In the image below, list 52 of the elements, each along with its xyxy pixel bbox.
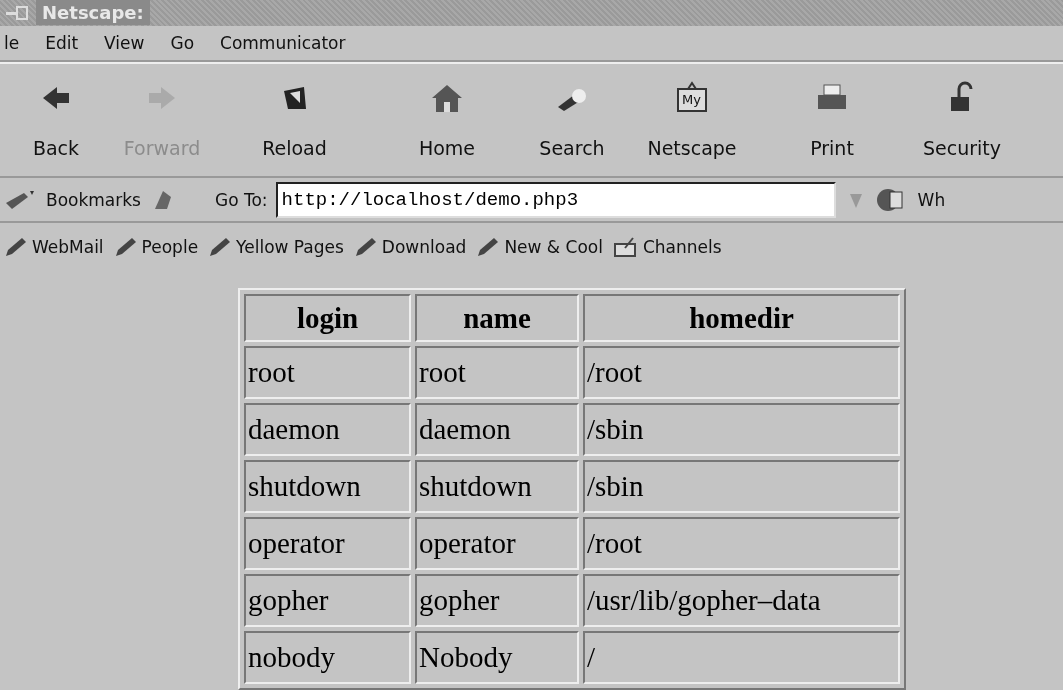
whats-related-label[interactable]: Wh [917, 189, 946, 210]
personal-toolbar-link[interactable]: People [113, 235, 199, 258]
window-title: Netscape: [36, 0, 150, 26]
menu-item[interactable]: le [4, 33, 20, 54]
table-cell: operator [415, 517, 579, 570]
pencil-icon [113, 235, 138, 258]
menu-item[interactable]: Go [170, 33, 195, 54]
menu-item[interactable]: Communicator [220, 33, 346, 54]
bookmarks-menu[interactable]: Bookmarks [46, 189, 141, 210]
personal-toolbar-link[interactable]: WebMail [4, 235, 104, 258]
toolbar-button[interactable]: My Netscape [627, 64, 757, 177]
url-field[interactable]: http://localhost/demo.php3 [275, 181, 836, 218]
personal-toolbar-link[interactable]: New & Cool [476, 235, 603, 258]
table-cell: shutdown [244, 460, 411, 513]
table-cell: /root [583, 346, 900, 399]
table-cell: daemon [244, 403, 411, 456]
table-cell: daemon [415, 403, 579, 456]
toolbar-button[interactable]: Reload [212, 64, 377, 177]
table-cell: gopher [244, 574, 411, 627]
table-cell: /root [583, 517, 900, 570]
toolbar-button[interactable]: Back [0, 64, 112, 177]
window-menu-icon[interactable] [6, 4, 28, 21]
table-cell: / [583, 631, 900, 684]
table-cell: /sbin [583, 403, 900, 456]
pencil-icon [476, 235, 501, 258]
toolbar-button[interactable]: Home [377, 64, 517, 177]
personal-toolbar-link[interactable]: Yellow Pages [208, 235, 344, 258]
personal-toolbar-link[interactable]: Channels [612, 235, 722, 258]
toolbar-button[interactable]: Print [757, 64, 907, 177]
pencil-icon [4, 235, 28, 258]
go-to-label: Go To: [215, 189, 268, 210]
table-cell: operator [244, 517, 411, 570]
pencil-icon [353, 235, 378, 258]
column-header: name [415, 294, 579, 342]
table-cell: gopher [415, 574, 579, 627]
table-cell: nobody [244, 631, 411, 684]
personal-toolbar-link[interactable]: Download [353, 235, 467, 258]
table-cell: shutdown [415, 460, 579, 513]
table-cell: root [415, 346, 579, 399]
menu-item[interactable]: View [104, 33, 145, 54]
table-cell: Nobody [415, 631, 579, 684]
table-cell: root [244, 346, 411, 399]
table-cell: /sbin [583, 460, 900, 513]
toolbar-button[interactable]: Search [517, 64, 627, 177]
icon-label: My [682, 92, 701, 108]
menu-item[interactable]: Edit [45, 33, 79, 54]
column-header: homedir [583, 294, 900, 342]
table-cell: /usr/lib/gopher–data [583, 574, 900, 627]
pencil-icon [208, 235, 233, 258]
toolbar-button[interactable]: Security [907, 64, 1017, 177]
column-header: login [244, 294, 411, 342]
channels-icon [612, 235, 639, 258]
